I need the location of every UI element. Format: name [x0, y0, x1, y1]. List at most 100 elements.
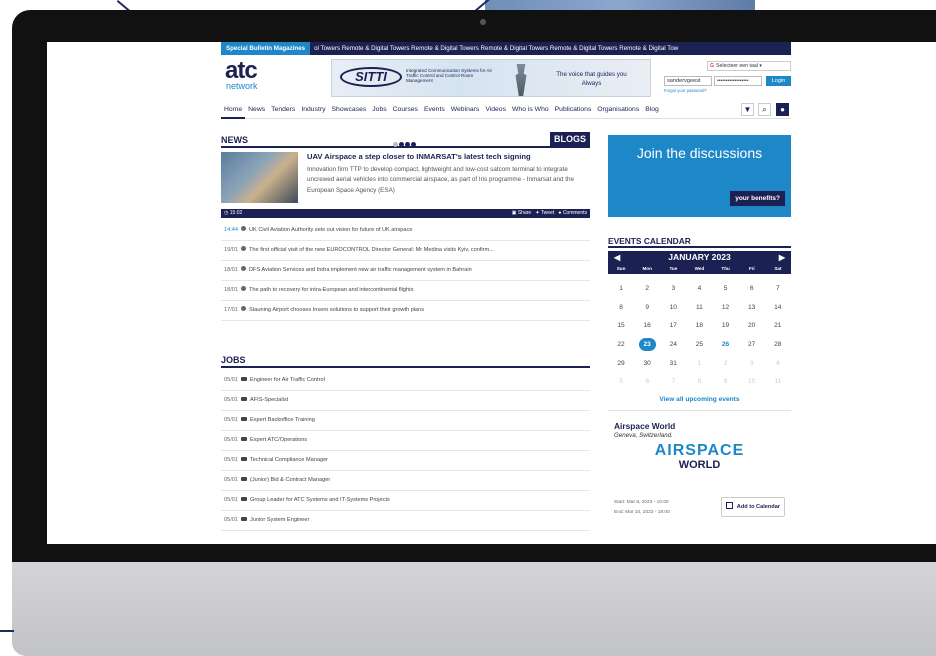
calendar-day[interactable]: 28 [765, 336, 791, 355]
news-title[interactable]: The first official visit of the new EURO… [249, 247, 494, 253]
job-item[interactable]: 05/01 (Junior) Bid & Contract Manager [221, 471, 590, 491]
featured-article[interactable]: UAV Airspace a step closer to INMARSAT's… [221, 152, 590, 209]
password-field[interactable]: •••••••••••••••••• [714, 76, 762, 86]
calendar-day[interactable]: 31 [660, 355, 686, 374]
bulletin-tag[interactable]: Special Bulletin Magazines [221, 42, 311, 55]
nav-events[interactable]: Events [421, 102, 448, 117]
featured-image[interactable] [221, 152, 298, 203]
calendar-day[interactable]: 19 [713, 317, 739, 336]
news-title[interactable]: DFS Aviation Services and Indra implemen… [249, 267, 472, 273]
news-title[interactable]: The path to recovery for intra-European … [249, 287, 414, 293]
jobs-heading[interactable]: JOBS [221, 355, 246, 365]
calendar-day[interactable]: 14 [765, 299, 791, 318]
calendar-day[interactable]: 13 [739, 299, 765, 318]
calendar-day-next-month[interactable]: 1 [686, 355, 712, 374]
nav-jobs[interactable]: Jobs [369, 102, 389, 117]
job-title[interactable]: Group Leader for ATC Systems and IT-Syst… [250, 497, 390, 503]
nav-publications[interactable]: Publications [552, 102, 595, 117]
calendar-day[interactable]: 11 [686, 299, 712, 318]
job-title[interactable]: Technical Compliance Manager [250, 457, 328, 463]
nav-home[interactable]: Home [221, 102, 246, 119]
calendar-day-next-month[interactable]: 9 [713, 373, 739, 392]
calendar-day[interactable]: 16 [634, 317, 660, 336]
calendar-day[interactable]: 15 [608, 317, 634, 336]
calendar-day[interactable]: 25 [686, 336, 712, 355]
nav-blog[interactable]: Blog [642, 102, 662, 117]
job-item[interactable]: 05/01 Expert ATC/Operations [221, 431, 590, 451]
tweet-link[interactable]: Tweet [541, 210, 554, 216]
calendar-day-next-month[interactable]: 10 [739, 373, 765, 392]
featured-title[interactable]: UAV Airspace a step closer to INMARSAT's… [307, 152, 590, 162]
calendar-day[interactable]: 8 [608, 299, 634, 318]
nav-industry[interactable]: Industry [298, 102, 328, 117]
calendar-day[interactable]: 20 [739, 317, 765, 336]
nav-videos[interactable]: Videos [482, 102, 509, 117]
benefits-button[interactable]: your benefits? [730, 191, 785, 206]
calendar-day[interactable]: 24 [660, 336, 686, 355]
carousel-dots[interactable] [393, 138, 417, 151]
news-item[interactable]: 19/01 The first official visit of the new… [221, 241, 590, 261]
comments-link[interactable]: Comments [563, 210, 587, 216]
calendar-day[interactable]: 3 [660, 280, 686, 299]
job-title[interactable]: (Junior) Bid & Contract Manager [250, 477, 330, 483]
language-select[interactable]: G Selecteer een taal ▾ [707, 61, 791, 71]
calendar-day[interactable]: 12 [713, 299, 739, 318]
job-item[interactable]: 05/01 AFIS-Specialist [221, 391, 590, 411]
news-title[interactable]: Stauning Airport chooses Insero solution… [249, 307, 424, 313]
event-name[interactable]: Airspace World [614, 421, 785, 431]
news-item[interactable]: 17/01 Stauning Airport chooses Insero sol… [221, 301, 590, 321]
news-title[interactable]: UK Civil Aviation Authority sets out vis… [249, 227, 412, 233]
calendar-day[interactable]: 5 [713, 280, 739, 299]
calendar-day[interactable]: 22 [608, 336, 634, 355]
ad-banner[interactable]: SITTI Integrated Communication Systems f… [331, 59, 651, 97]
job-item[interactable]: 05/01 Junior System Engineer [221, 511, 590, 531]
nav-webinars[interactable]: Webinars [448, 102, 483, 117]
calendar-day-next-month[interactable]: 11 [765, 373, 791, 392]
calendar-day-next-month[interactable]: 6 [634, 373, 660, 392]
site-logo[interactable]: atc network [225, 59, 271, 94]
user-icon[interactable]: ● [776, 103, 789, 116]
login-button[interactable]: Login [766, 76, 791, 86]
job-item[interactable]: 05/01 Technical Compliance Manager [221, 451, 590, 471]
nav-tenders[interactable]: Tenders [268, 102, 298, 117]
calendar-day-next-month[interactable]: 3 [739, 355, 765, 374]
filter-icon[interactable]: ▼ [741, 103, 754, 116]
search-icon[interactable]: ⌕ [758, 103, 771, 116]
news-heading[interactable]: NEWS [221, 135, 248, 145]
calendar-day[interactable]: 27 [739, 336, 765, 355]
calendar-day[interactable]: 29 [608, 355, 634, 374]
bulletin-ticker[interactable]: ol Towers Remote & Digital Towers Remote… [314, 42, 678, 55]
calendar-day[interactable]: 18 [686, 317, 712, 336]
job-title[interactable]: Junior System Engineer [250, 517, 309, 523]
calendar-day[interactable]: 7 [765, 280, 791, 299]
news-item[interactable]: 14:44 UK Civil Aviation Authority sets ou… [221, 221, 590, 241]
calendar-day-next-month[interactable]: 8 [686, 373, 712, 392]
calendar-day-next-month[interactable]: 4 [765, 355, 791, 374]
calendar-day-today[interactable]: 23 [634, 336, 660, 355]
nav-who-is-who[interactable]: Who is Who [509, 102, 552, 117]
news-item[interactable]: 18/01 DFS Aviation Services and Indra imp… [221, 261, 590, 281]
nav-courses[interactable]: Courses [390, 102, 421, 117]
nav-showcases[interactable]: Showcases [329, 102, 370, 117]
prev-month-icon[interactable]: ◀ [614, 251, 620, 264]
calendar-day[interactable]: 9 [634, 299, 660, 318]
job-item[interactable]: 05/01 Group Leader for ATC Systems and IT… [221, 491, 590, 511]
calendar-day[interactable]: 30 [634, 355, 660, 374]
job-title[interactable]: Expert ATC/Operations [250, 437, 307, 443]
next-month-icon[interactable]: ▶ [779, 251, 785, 264]
calendar-day-next-month[interactable]: 2 [713, 355, 739, 374]
calendar-day[interactable]: 10 [660, 299, 686, 318]
calendar-day[interactable]: 1 [608, 280, 634, 299]
calendar-day-next-month[interactable]: 5 [608, 373, 634, 392]
calendar-day[interactable]: 6 [739, 280, 765, 299]
job-title[interactable]: AFIS-Specialist [250, 397, 288, 403]
calendar-day[interactable]: 17 [660, 317, 686, 336]
calendar-day-event[interactable]: 26 [713, 336, 739, 355]
view-all-events-link[interactable]: View all upcoming events [608, 393, 791, 412]
calendar-day[interactable]: 4 [686, 280, 712, 299]
job-item[interactable]: 05/01 Expert Backoffice Training [221, 411, 590, 431]
job-title[interactable]: Expert Backoffice Training [250, 417, 315, 423]
forgot-password-link[interactable]: Forgot your password? [664, 88, 707, 93]
job-title[interactable]: Engineer for Air Traffic Control [250, 377, 325, 383]
calendar-day-next-month[interactable]: 7 [660, 373, 686, 392]
